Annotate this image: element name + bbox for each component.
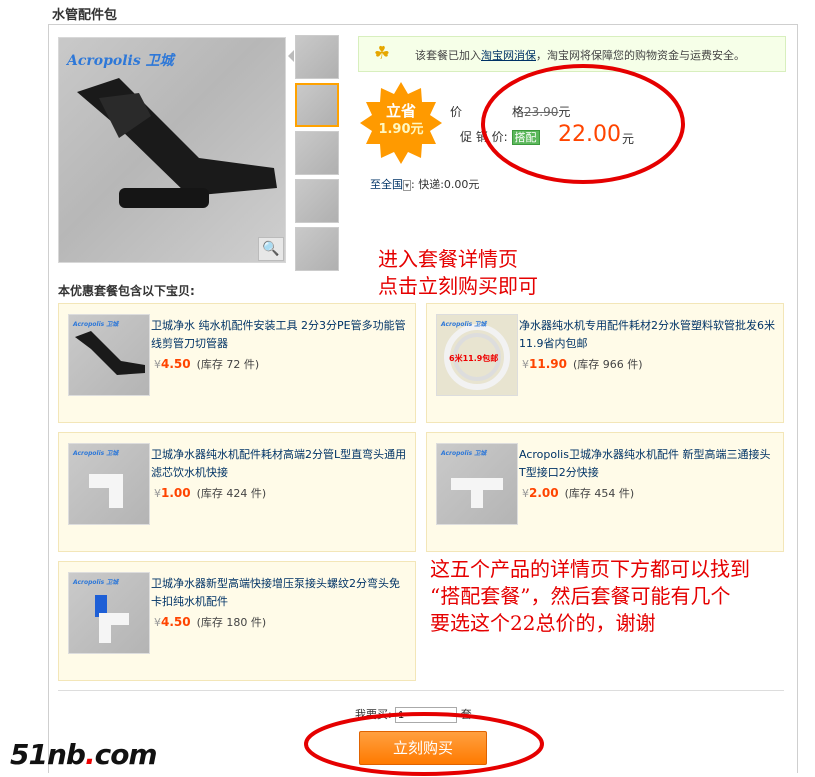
annotation-bottom-line3: 要选这个22总价的，谢谢 (430, 611, 656, 635)
product-stock-2: (库存 966 件) (572, 358, 643, 371)
image-product-label: 6米11.9包邮 (449, 354, 499, 363)
thumbnail-3[interactable] (295, 131, 339, 175)
original-price: 23.90 (524, 105, 559, 119)
price-label-b: 格 (512, 105, 525, 119)
product-image-2[interactable]: Acropolis 卫城 6米11.9包邮 (436, 314, 518, 396)
chevron-down-icon[interactable]: ▾ (403, 180, 412, 191)
product-image-1[interactable]: Acropolis 卫城 (68, 314, 150, 396)
currency-symbol: ¥ (154, 487, 161, 500)
watermark-b: com (94, 738, 158, 771)
currency-symbol: ¥ (522, 358, 529, 371)
promo-price-value: 22.00 (558, 122, 621, 147)
product-price-line-5: ¥4.50 (库存 180 件) (154, 614, 266, 630)
product-image-5[interactable]: Acropolis 卫城 (68, 572, 150, 654)
product-card-2[interactable]: Acropolis 卫城 6米11.9包邮 净水器纯水机专用配件耗材2分水管塑料… (426, 303, 784, 423)
product-name-3[interactable]: 卫城净水器纯水机配件耗材高端2分管L型直弯头通用滤芯饮水机快接 (151, 446, 407, 482)
currency-symbol: ¥ (154, 358, 161, 371)
annotation-bottom-line1: 这五个产品的详情页下方都可以找到 (430, 557, 750, 581)
zoom-icon[interactable]: 🔍 (258, 237, 284, 261)
product-price-line-2: ¥11.90 (库存 966 件) (522, 356, 643, 372)
annotation-top: 进入套餐详情页 点击立刻购买即可 (378, 246, 538, 300)
shipping-cost: : 快递:0.00元 (411, 178, 480, 191)
quantity-input[interactable] (395, 707, 458, 723)
thumbnail-2[interactable] (295, 83, 339, 127)
annotation-bottom-line2: “搭配套餐”，然后套餐可能有几个 (430, 584, 731, 608)
notice-post: ，淘宝网将保障您的购物资金与运费安全。 (536, 49, 745, 62)
quantity-label: 我要买: (355, 708, 392, 721)
product-stock-3: (库存 424 件) (196, 487, 267, 500)
product-brand-4: Acropolis 卫城 (441, 450, 487, 457)
currency-symbol: ¥ (154, 616, 161, 629)
product-card-3[interactable]: Acropolis 卫城 卫城净水器纯水机配件耗材高端2分管L型直弯头通用滤芯饮… (58, 432, 416, 552)
price-label-a: 价 (450, 105, 463, 119)
shipping-info: 至全国 ▾: 快递:0.00元 (370, 176, 479, 192)
product-price-line-4: ¥2.00 (库存 454 件) (522, 485, 634, 501)
product-brand-3: Acropolis 卫城 (73, 450, 119, 457)
quantity-unit: 套 (460, 708, 472, 721)
annotation-top-line2: 点击立刻购买即可 (378, 274, 538, 298)
hands-icon: ☘ (373, 43, 391, 64)
product-stock-1: (库存 72 件) (196, 358, 260, 371)
product-card-4[interactable]: Acropolis 卫城 Acropolis卫城净水器纯水机配件 新型高端三通接… (426, 432, 784, 552)
main-product-image[interactable]: Acropolis 卫城 🔍 (58, 37, 286, 263)
product-stock-4: (库存 454 件) (564, 487, 635, 500)
watermark-dot: . (84, 738, 96, 771)
divider (58, 690, 784, 691)
promo-price-unit: 元 (622, 132, 635, 146)
shipping-region[interactable]: 至全国 (370, 178, 403, 191)
product-name-4[interactable]: Acropolis卫城净水器纯水机配件 新型高端三通接头T型接口2分快接 (519, 446, 775, 482)
product-name-5[interactable]: 卫城净水器新型高端快接增压泵接头螺纹2分弯头免卡扣纯水机配件 (151, 575, 407, 611)
notice-pre: 该套餐已加入 (415, 49, 481, 62)
product-image-4[interactable]: Acropolis 卫城 (436, 443, 518, 525)
site-watermark: 51nb.com (10, 738, 158, 771)
product-card-5[interactable]: Acropolis 卫城 卫城净水器新型高端快接增压泵接头螺纹2分弯头免卡扣纯水… (58, 561, 416, 681)
product-price-1: 4.50 (161, 357, 191, 371)
buy-now-button[interactable]: 立刻购买 (359, 731, 487, 765)
product-brand-2: Acropolis 卫城 (441, 321, 487, 328)
product-brand-5: Acropolis 卫城 (73, 579, 119, 586)
thumbnail-strip (288, 35, 341, 275)
currency-symbol: ¥ (522, 487, 529, 500)
product-price-3: 1.00 (161, 486, 191, 500)
watermark-a: 51nb (10, 738, 86, 771)
package-title: 水管配件包 (52, 8, 118, 23)
protection-link[interactable]: 淘宝网消保 (481, 49, 536, 62)
thumbnail-4[interactable] (295, 179, 339, 223)
promo-price-label: 促 销 价: (460, 130, 508, 144)
thumbnail-5[interactable] (295, 227, 339, 271)
product-price-line-3: ¥1.00 (库存 424 件) (154, 485, 266, 501)
original-price-unit: 元 (558, 105, 571, 119)
pipe-cutter-illustration (77, 78, 277, 208)
consumer-protection-notice: ☘ 该套餐已加入淘宝网消保，淘宝网将保障您的购物资金与运费安全。 (358, 36, 786, 72)
thumbnail-1[interactable] (288, 35, 339, 79)
product-price-line-1: ¥4.50 (库存 72 件) (154, 356, 259, 372)
section-title: 本优惠套餐包含以下宝贝: (58, 284, 195, 298)
quantity-row: 我要买: 套 (355, 706, 472, 723)
product-name-1[interactable]: 卫城净水 纯水机配件安装工具 2分3分PE管多功能管线剪管刀切管器 (151, 317, 407, 353)
original-price-row: 价 格23.90元 (450, 103, 570, 120)
product-stock-5: (库存 180 件) (196, 616, 267, 629)
product-price-2: 11.90 (529, 357, 567, 371)
product-brand-1: Acropolis 卫城 (73, 321, 119, 328)
product-card-1[interactable]: Acropolis 卫城 卫城净水 纯水机配件安装工具 2分3分PE管多功能管线… (58, 303, 416, 423)
product-image-3[interactable]: Acropolis 卫城 (68, 443, 150, 525)
annotation-bottom: 这五个产品的详情页下方都可以找到 “搭配套餐”，然后套餐可能有几个 要选这个22… (430, 556, 750, 637)
promo-price-row: 促 销 价: 搭配 22.00 元 (460, 122, 634, 147)
product-name-2[interactable]: 净水器纯水机专用配件耗材2分水管塑料软管批发6米11.9省内包邮 (519, 317, 775, 353)
product-price-5: 4.50 (161, 615, 191, 629)
product-price-4: 2.00 (529, 486, 559, 500)
savings-amount: 1.90元 (378, 122, 424, 137)
annotation-top-line1: 进入套餐详情页 (378, 247, 518, 271)
savings-badge: 立省 1.90元 (358, 80, 444, 166)
bundle-tag: 搭配 (511, 130, 540, 145)
